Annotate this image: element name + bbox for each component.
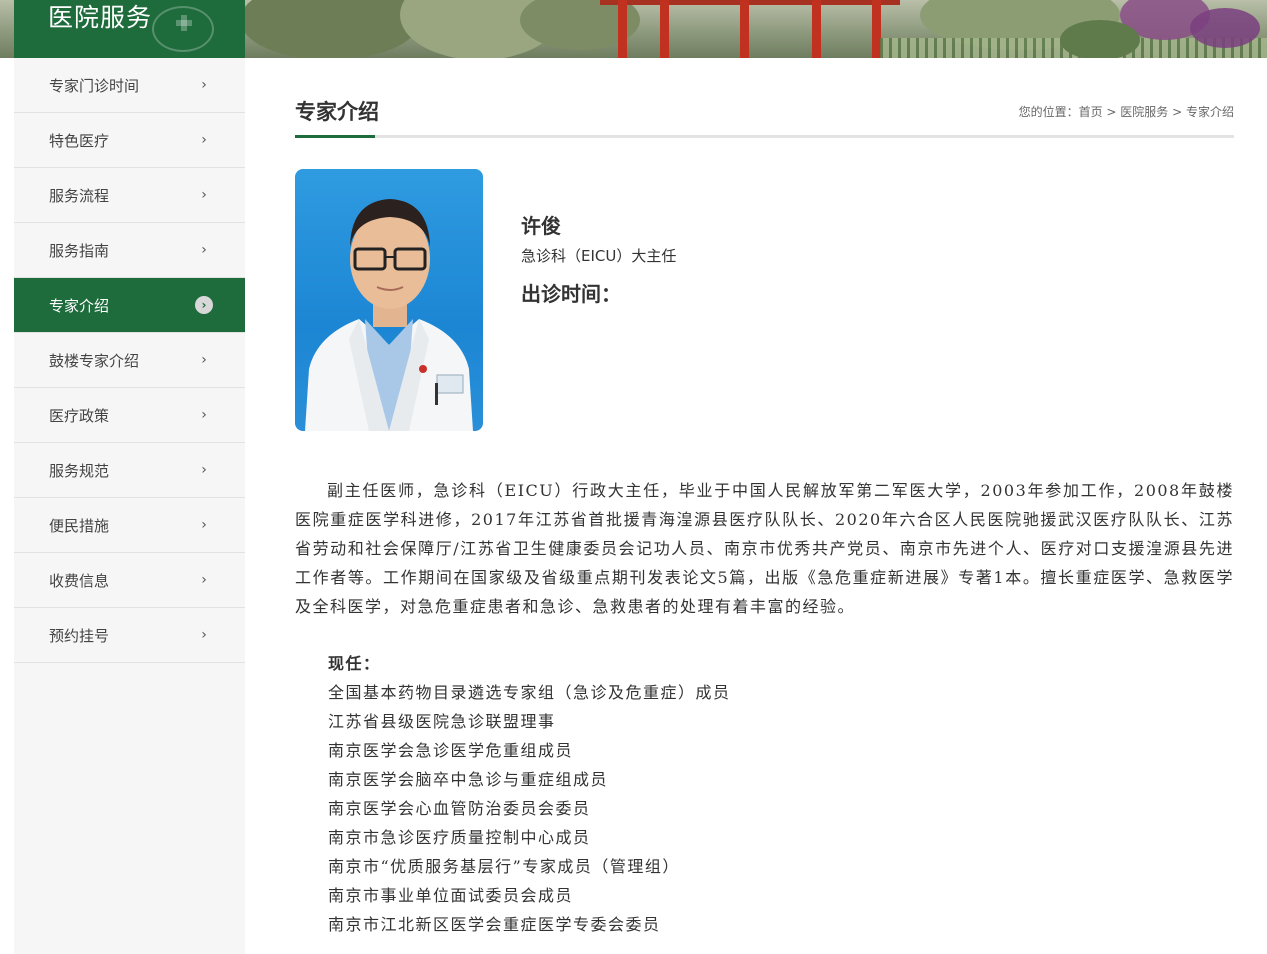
sidebar-item-label: 专家门诊时间 — [49, 77, 140, 95]
breadcrumb-separator: > — [1102, 105, 1121, 119]
breadcrumb: 您的位置：首页 > 医院服务 > 专家介绍 — [1019, 103, 1234, 120]
sidebar-item-label: 便民措施 — [49, 517, 110, 535]
section-title-box: 医院服务 — [14, 0, 245, 58]
visit-time-label: 出诊时间： — [521, 282, 621, 306]
post-item: 南京医学会急诊医学危重组成员 — [328, 741, 574, 760]
sidebar-item-appointment[interactable]: 预约挂号 › — [14, 608, 245, 663]
breadcrumb-separator: > — [1168, 105, 1186, 119]
sidebar-item-gulou-experts[interactable]: 鼓楼专家介绍 › — [14, 333, 245, 388]
post-item: 南京市江北新区医学会重症医学专委会委员 — [328, 915, 661, 934]
sidebar-item-service-guide[interactable]: 服务指南 › — [14, 223, 245, 278]
post-item: 南京医学会心血管防治委员会委员 — [328, 799, 591, 818]
post-item: 江苏省县级医院急诊联盟理事 — [328, 712, 556, 731]
chevron-right-icon: › — [201, 132, 207, 148]
sidebar-item-label: 服务指南 — [49, 242, 110, 260]
header-divider — [295, 135, 1234, 138]
sidebar-item-medical-policy[interactable]: 医疗政策 › — [14, 388, 245, 443]
sidebar-item-label: 专家介绍 — [49, 297, 110, 315]
chevron-right-icon: › — [201, 352, 207, 368]
chevron-right-icon: › — [201, 572, 207, 588]
doctor-name: 许俊 — [521, 214, 561, 238]
page-header: 专家介绍 您的位置：首页 > 医院服务 > 专家介绍 — [295, 96, 1234, 138]
sidebar-item-convenience-measures[interactable]: 便民措施 › — [14, 498, 245, 553]
chevron-right-icon: › — [201, 627, 207, 643]
post-item: 南京医学会脑卒中急诊与重症组成员 — [328, 770, 609, 789]
chevron-right-icon: › — [201, 517, 207, 533]
breadcrumb-section-link[interactable]: 医院服务 — [1120, 105, 1168, 119]
doctor-profile: 许俊 急诊科（EICU）大主任 出诊时间： — [521, 210, 676, 307]
chevron-right-icon: › — [201, 462, 207, 478]
chevron-right-icon: › — [201, 242, 207, 258]
post-item: 南京市急诊医疗质量控制中心成员 — [328, 828, 591, 847]
sidebar-item-label: 特色医疗 — [49, 132, 110, 150]
doctor-bio: 副主任医师，急诊科（EICU）行政大主任，毕业于中国人民解放军第二军医大学，20… — [295, 476, 1234, 621]
post-item: 南京市“优质服务基层行”专家成员（管理组） — [328, 857, 680, 876]
page-title: 专家介绍 — [295, 100, 379, 124]
doctor-photo — [295, 169, 483, 431]
sidebar-item-label: 收费信息 — [49, 572, 110, 590]
post-item: 南京市事业单位面试委员会成员 — [328, 886, 574, 905]
hospital-emblem-icon — [152, 6, 214, 52]
sidebar-item-fee-info[interactable]: 收费信息 › — [14, 553, 245, 608]
chevron-right-icon: › — [201, 407, 207, 423]
breadcrumb-home-link[interactable]: 首页 — [1079, 105, 1103, 119]
post-item: 全国基本药物目录遴选专家组（急诊及危重症）成员 — [328, 683, 731, 702]
bio-paragraph: 副主任医师，急诊科（EICU）行政大主任，毕业于中国人民解放军第二军医大学，20… — [295, 481, 1234, 616]
sidebar-item-special-care[interactable]: 特色医疗 › — [14, 113, 245, 168]
chevron-right-icon: › — [195, 296, 213, 314]
current-posts: 现任： 全国基本药物目录遴选专家组（急诊及危重症）成员 江苏省县级医院急诊联盟理… — [328, 649, 731, 939]
sidebar-item-label: 服务流程 — [49, 187, 110, 205]
sidebar-item-label: 鼓楼专家介绍 — [49, 352, 140, 370]
sidebar-item-service-standards[interactable]: 服务规范 › — [14, 443, 245, 498]
doctor-title: 急诊科（EICU）大主任 — [521, 247, 677, 265]
breadcrumb-prefix: 您的位置： — [1018, 105, 1079, 119]
sidebar-item-service-process[interactable]: 服务流程 › — [14, 168, 245, 223]
sidebar-item-expert-clinic-hours[interactable]: 专家门诊时间 › — [14, 58, 245, 113]
posts-label: 现任： — [328, 654, 381, 673]
sidebar-item-label: 服务规范 — [49, 462, 110, 480]
sidebar-item-expert-intro[interactable]: 专家介绍 › — [14, 278, 245, 333]
breadcrumb-current-link[interactable]: 专家介绍 — [1186, 105, 1234, 119]
section-title: 医院服务 — [48, 3, 153, 32]
chevron-right-icon: › — [201, 77, 207, 93]
header-banner: 医院服务 — [0, 0, 1267, 58]
sidebar-item-label: 预约挂号 — [49, 627, 110, 645]
chevron-right-icon: › — [201, 187, 207, 203]
sidebar-nav: 专家门诊时间 › 特色医疗 › 服务流程 › 服务指南 › 专家介绍 › 鼓楼专… — [14, 58, 245, 954]
sidebar-item-label: 医疗政策 — [49, 407, 110, 425]
